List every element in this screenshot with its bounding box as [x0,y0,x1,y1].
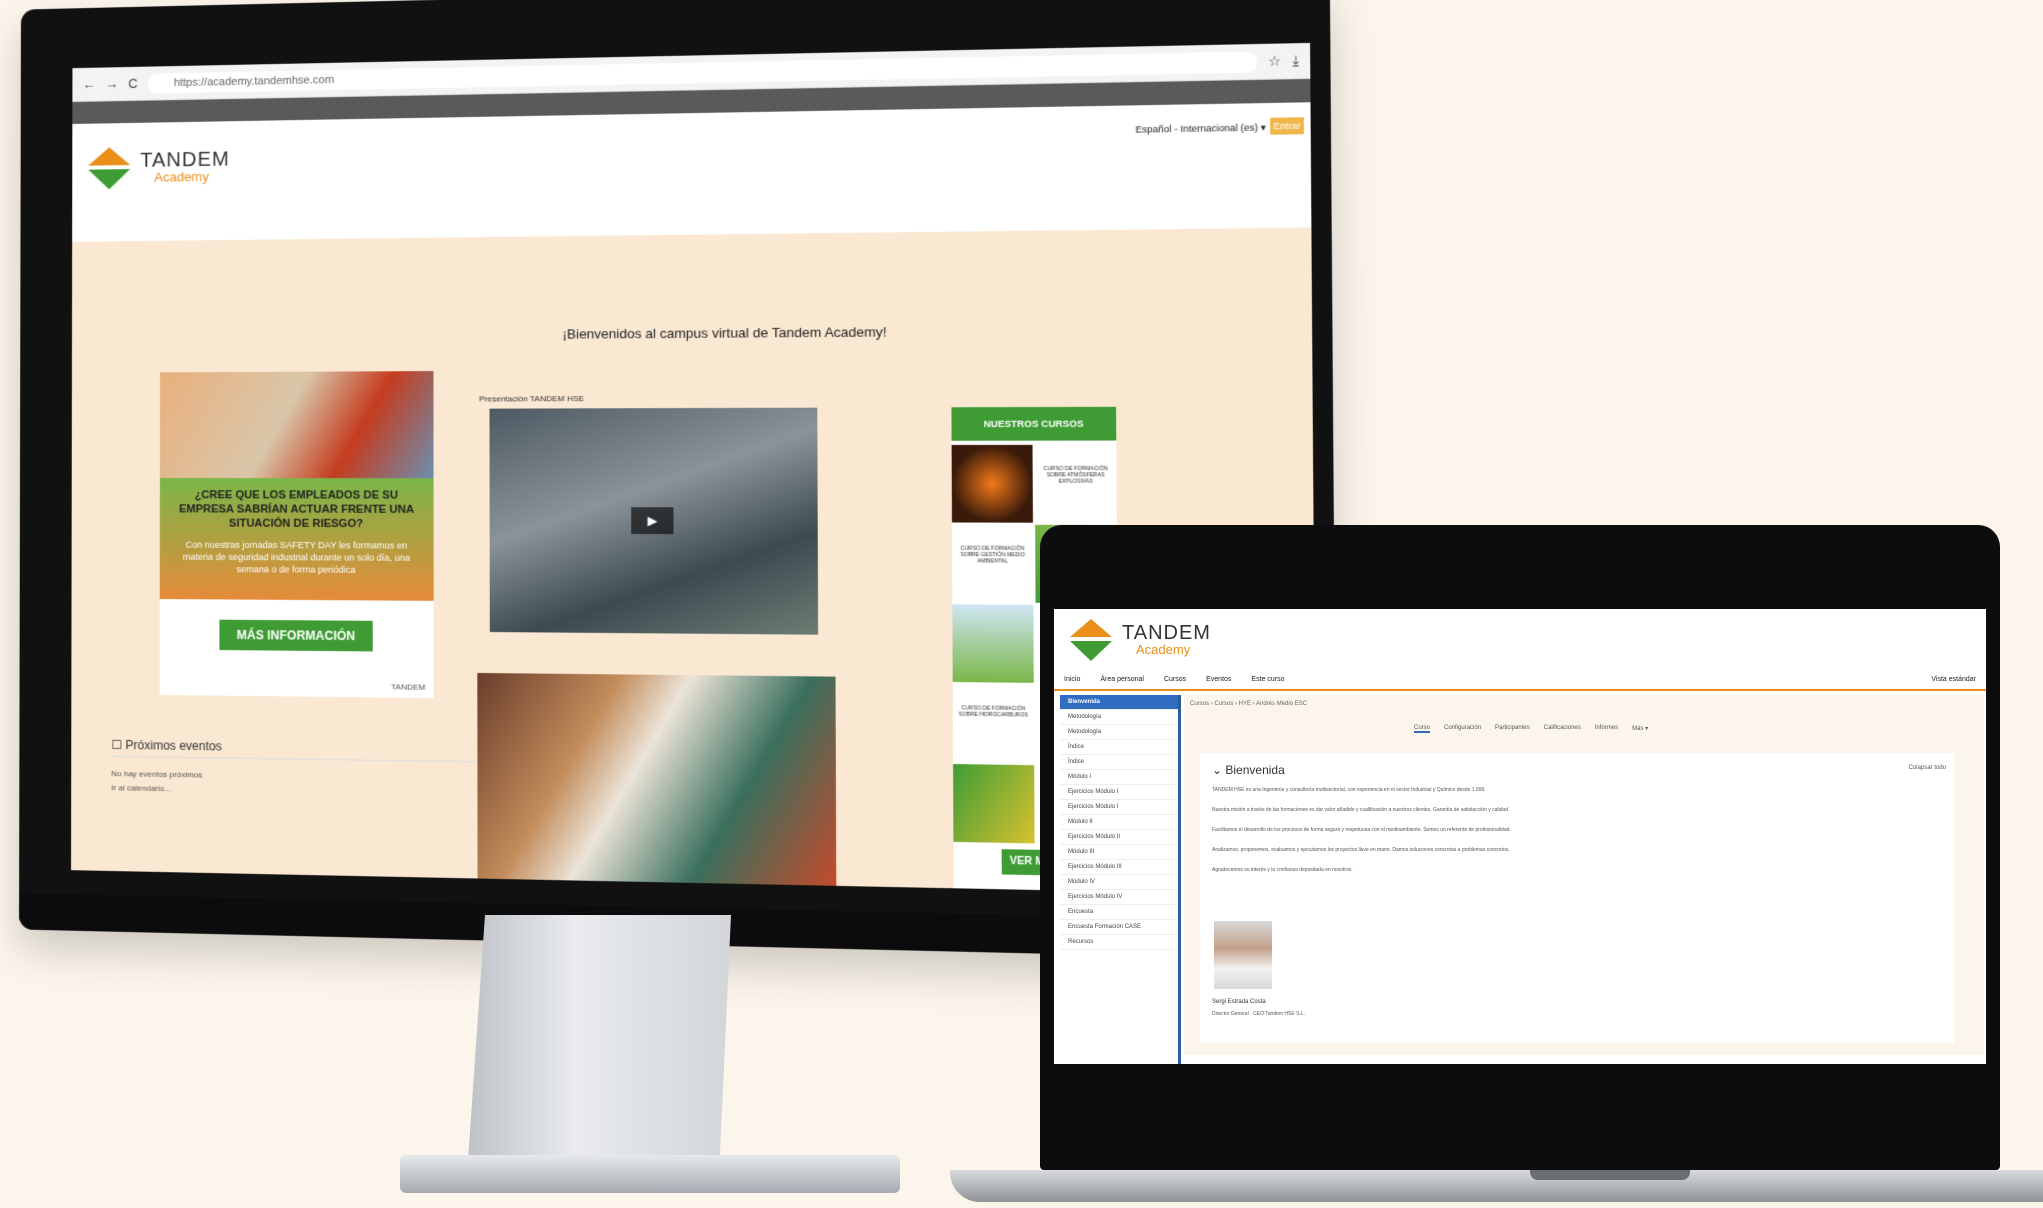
signature-name: Sergi Estrada Costa [1212,999,1266,1005]
logo-title: TANDEM [140,148,230,172]
course-environment[interactable]: CURSO DE FORMACIÓN SOBRE GESTIÓN MEDIO A… [952,525,1033,603]
course-tabs: Curso Configuración Participantes Califi… [1414,725,1648,733]
section-paragraph: Analizamos, proponemos, evaluamos y ejec… [1212,847,1510,853]
sidebar-item[interactable]: Metodología [1060,725,1178,740]
back-icon[interactable]: ← [82,77,95,92]
courses-title: NUESTROS CURSOS DISPONIBLES [951,406,1117,463]
collapse-all-link[interactable]: Colapsar todo [1909,765,1946,771]
sidebar-item[interactable]: Recursos [1060,935,1178,950]
monitor-stand-base [400,1155,900,1193]
sidebar-item[interactable]: Módulo II [1060,815,1178,830]
signature-role: Director General · CEO Tandem HSE S.L. [1212,1011,1305,1017]
course-navbar: Inicio Área personal Cursos Eventos Este… [1054,669,1986,691]
course-atex[interactable]: CURSO DE FORMACIÓN SOBRE ATMÓSFERAS EXPL… [1035,445,1117,523]
course-thumb-h2[interactable] [953,764,1035,844]
welcome-heading: ¡Bienvenidos al campus virtual de Tandem… [562,324,887,342]
chevron-down-icon[interactable]: ⌄ [1212,763,1225,777]
course-thumb-footprint[interactable] [952,604,1034,683]
sidebar-item[interactable]: Índice [1060,755,1178,770]
star-icon[interactable]: ☆ [1268,52,1281,69]
section-paragraph: Nuestra misión a través de las formacion… [1212,807,1510,813]
site-header: TANDEM Academy [72,102,1312,242]
tab-settings[interactable]: Configuración [1444,725,1481,733]
more-info-button[interactable]: MÁS INFORMACIÓN [219,619,373,652]
sidebar-item[interactable]: Índice [1060,740,1178,755]
presentation-video[interactable]: ▶ [489,407,819,635]
promo-description: Con nuestras jornadas SAFETY DAY les for… [182,539,411,575]
course-index-sidebar: Bienvenida Metodología Metodología Índic… [1060,695,1181,1064]
tandem-logo[interactable]: TANDEM Academy [86,143,230,191]
nav-courses[interactable]: Cursos [1164,676,1186,683]
sidebar-item[interactable]: Ejercicios Módulo III [1060,860,1178,875]
course-thumb-fire[interactable] [951,444,1033,523]
calendar-icon: ☐ [111,737,126,753]
laptop-tandem-logo[interactable]: TANDEM Academy [1068,617,1211,663]
play-icon[interactable]: ▶ [631,507,674,535]
laptop-notch [1530,1170,1690,1180]
sidebar-item[interactable]: Ejercicios Módulo II [1060,830,1178,845]
sidebar-item[interactable]: Ejercicios Módulo IV [1060,890,1178,905]
welcome-section: ⌄ Bienvenida Colapsar todo TANDEM HSE es… [1200,753,1954,1043]
login-button[interactable]: Entrar [1270,117,1304,135]
section-paragraph: Facilitamos el desarrollo de los proceso… [1212,827,1511,833]
course-main: Cursos › Cursos › HYE › Andrés Medio ESC… [1184,695,1984,1055]
laptop-logo-mark-icon [1068,617,1114,663]
logo-mark-icon [86,145,132,192]
tab-more[interactable]: Más ▾ [1632,725,1648,733]
section-title: Bienvenida [1225,763,1285,777]
sidebar-item[interactable]: Módulo IV [1060,875,1178,890]
sidebar-item[interactable]: Encuesta Formación CASE [1060,920,1178,935]
laptop-logo-subtitle: Academy [1136,642,1191,657]
sidebar-item[interactable]: Metodología [1060,710,1178,725]
sidebar-item[interactable]: Ejercicios Módulo I [1060,800,1178,815]
promo-brand: TANDEM [391,682,426,692]
laptop: TANDEM Academy Inicio Área personal Curs… [950,525,2043,1205]
laptop-base [950,1170,2043,1202]
standard-view-toggle[interactable]: Vista estándar [1931,676,1976,683]
upcoming-events-block: ☐ Próximos eventos No hay eventos próxim… [111,737,501,802]
sidebar-item[interactable]: Módulo III [1060,845,1178,860]
tab-participants[interactable]: Participantes [1495,725,1530,733]
language-selector[interactable]: Español - Internacional (es) ▾ [1135,122,1265,136]
tab-grades[interactable]: Calificaciones [1544,725,1581,733]
download-icon[interactable]: ⤓ [1292,52,1299,69]
tab-course[interactable]: Curso [1414,725,1431,733]
course-hydrocarbons[interactable]: CURSO DE FORMACIÓN SOBRE HIDROCARBUROS [953,684,1034,763]
section-paragraph: Agradecemos su interés y la confianza de… [1212,867,1353,873]
events-title: Próximos eventos [125,737,222,754]
logo-subtitle: Academy [154,168,209,185]
forward-icon[interactable]: → [105,76,118,91]
nav-home[interactable]: Inicio [1064,676,1080,683]
breadcrumb[interactable]: Cursos › Cursos › HYE › Andrés Medio ESC [1184,695,1984,713]
sidebar-item[interactable]: Encuesta [1060,905,1178,920]
monitor-stand [467,915,731,1175]
section-paragraph: TANDEM HSE es una Ingeniería y consultor… [1212,787,1486,793]
promo-photo [159,371,434,479]
reload-icon[interactable]: C [128,76,137,91]
video-label: Presentación TANDEM HSE [479,393,585,404]
promo-banner[interactable]: ¿CREE QUE LOS EMPLEADOS DE SU EMPRESA SA… [159,371,434,699]
director-photo [1214,921,1272,989]
promo-question: ¿CREE QUE LOS EMPLEADOS DE SU EMPRESA SA… [178,489,415,531]
promo-band: ¿CREE QUE LOS EMPLEADOS DE SU EMPRESA SA… [159,478,434,601]
nav-events[interactable]: Eventos [1206,676,1231,683]
sidebar-item[interactable]: Bienvenida [1060,695,1178,710]
sidebar-item[interactable]: Ejercicios Módulo I [1060,785,1178,800]
laptop-screen: TANDEM Academy Inicio Área personal Curs… [1054,609,1986,1064]
sidebar-item[interactable]: Módulo I [1060,770,1178,785]
nav-dashboard[interactable]: Área personal [1100,676,1144,683]
tab-reports[interactable]: Informes [1595,725,1618,733]
nav-this-course[interactable]: Este curso [1251,676,1284,683]
laptop-lid: TANDEM Academy Inicio Área personal Curs… [1040,525,2000,1170]
training-photo [477,672,837,886]
laptop-logo-title: TANDEM [1122,622,1211,644]
